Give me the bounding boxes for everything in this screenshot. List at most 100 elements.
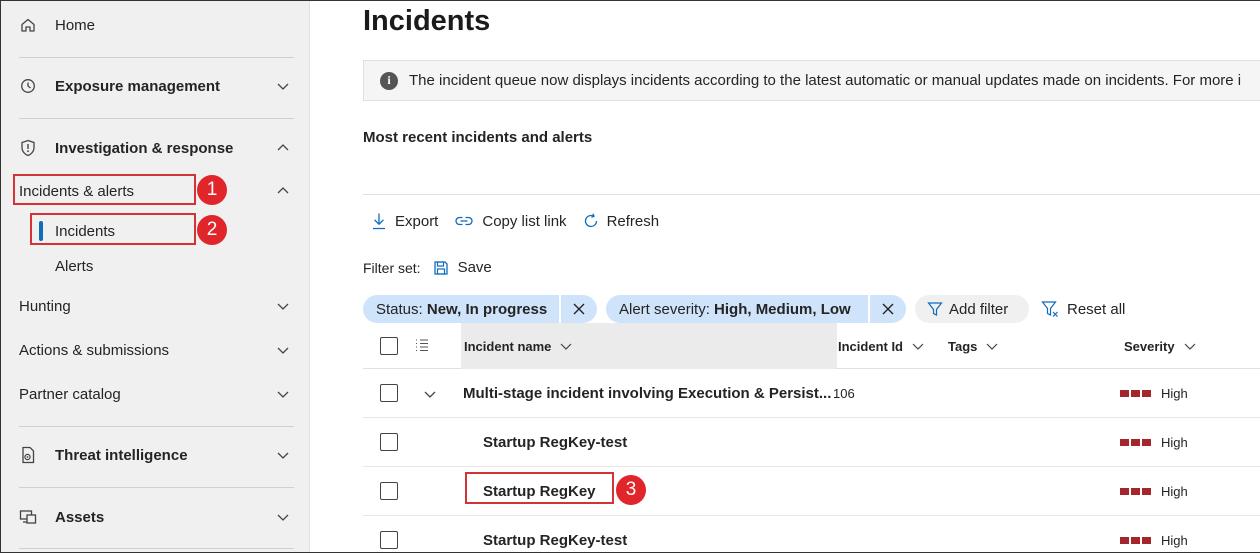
close-icon[interactable] <box>559 295 597 323</box>
close-icon[interactable] <box>868 295 906 323</box>
table-row[interactable]: Multi-stage incident involving Execution… <box>363 369 1260 418</box>
shield-icon <box>19 139 37 157</box>
table-row[interactable]: Startup RegKey-test High <box>363 418 1260 467</box>
severity-cell: High <box>1120 369 1188 417</box>
download-icon <box>373 213 385 230</box>
alert-name[interactable]: Startup RegKey-test <box>483 418 627 466</box>
divider <box>363 194 1260 195</box>
main-content: Incidents i The incident queue now displ… <box>311 1 1260 552</box>
chevron-down-icon <box>1184 343 1196 350</box>
sidebar-divider <box>19 487 294 488</box>
chevron-down-icon[interactable] <box>275 342 291 358</box>
sidebar-item-hunting[interactable]: Hunting <box>1 286 310 326</box>
info-banner: i The incident queue now displays incide… <box>363 60 1260 101</box>
info-icon: i <box>380 71 398 90</box>
sidebar-item-label: Exposure management <box>55 77 221 95</box>
chevron-down-icon[interactable] <box>275 78 291 94</box>
highlight-box-incidents <box>30 213 196 245</box>
row-checkbox[interactable] <box>380 531 398 549</box>
sidebar-item-threat-intelligence[interactable]: Threat intelligence <box>1 435 310 475</box>
sidebar-item-exposure-management[interactable]: Exposure management <box>1 66 310 106</box>
chevron-up-icon[interactable] <box>275 140 291 156</box>
filter-set-label: Filter set: <box>363 259 421 276</box>
highlight-box-startup-regkey <box>465 472 614 504</box>
reset-filter-icon <box>1041 301 1058 317</box>
filter-value: High, Medium, Low <box>714 300 851 318</box>
annotation-badge-2: 2 <box>197 215 227 245</box>
group-list-icon[interactable] <box>415 338 429 352</box>
column-label: Severity <box>1124 338 1175 354</box>
threat-intelligence-icon <box>19 446 37 464</box>
column-header-tags[interactable]: Tags <box>948 323 999 369</box>
add-filter-label: Add filter <box>949 300 1009 318</box>
filter-pill-text: Alert severity: High, Medium, Low <box>606 301 851 318</box>
refresh-label: Refresh <box>606 212 660 230</box>
sidebar-item-investigation-response[interactable]: Investigation & response <box>1 128 310 168</box>
section-title: Most recent incidents and alerts <box>363 129 593 146</box>
export-label: Export <box>395 212 439 230</box>
sidebar-divider <box>19 548 294 549</box>
sidebar-item-assets[interactable]: Assets <box>1 497 310 537</box>
chevron-down-icon <box>912 343 924 350</box>
row-checkbox[interactable] <box>380 433 398 451</box>
column-header-incident-id[interactable]: Incident Id <box>838 323 925 369</box>
severity-high-icon <box>1120 438 1153 446</box>
sidebar-item-label: Actions & submissions <box>19 341 170 359</box>
sidebar-item-home[interactable]: Home <box>1 5 310 45</box>
add-filter-button[interactable]: Add filter <box>915 295 1029 323</box>
app-frame: Home Exposure management Investigation &… <box>0 0 1260 553</box>
severity-cell: High <box>1120 516 1188 552</box>
home-icon <box>19 16 37 34</box>
column-label: Incident Id <box>838 338 903 354</box>
chevron-up-icon[interactable] <box>275 183 291 199</box>
filter-icon <box>927 302 943 316</box>
chevron-down-icon[interactable] <box>275 447 291 463</box>
save-icon <box>433 260 448 275</box>
column-header-severity[interactable]: Severity <box>1124 323 1197 369</box>
reset-all-button[interactable]: Reset all <box>1041 295 1125 323</box>
sidebar-divider <box>19 118 294 119</box>
save-filter-button[interactable]: Save <box>433 259 492 276</box>
column-header-incident-name[interactable]: Incident name <box>464 323 573 369</box>
highlight-box-incidents-alerts <box>13 174 196 205</box>
filter-key: Alert severity: <box>619 300 710 318</box>
severity-cell: High <box>1120 418 1188 466</box>
severity-high-icon <box>1120 536 1153 544</box>
severity-high-icon <box>1120 487 1153 495</box>
incident-name[interactable]: Multi-stage incident involving Execution… <box>463 369 831 417</box>
refresh-button[interactable]: Refresh <box>583 212 660 230</box>
page-title: Incidents <box>363 5 491 37</box>
sidebar-item-label: Home <box>55 16 96 34</box>
chevron-down-icon[interactable] <box>275 298 291 314</box>
row-checkbox[interactable] <box>380 384 398 402</box>
sidebar-item-label: Alerts <box>55 257 94 275</box>
exposure-icon <box>19 77 37 95</box>
refresh-icon <box>584 213 597 228</box>
column-label: Incident name <box>464 338 552 354</box>
table-row[interactable]: Startup RegKey 3 High <box>363 467 1260 516</box>
table-row[interactable]: Startup RegKey-test High <box>363 516 1260 552</box>
chevron-down-icon[interactable] <box>275 509 291 525</box>
table-header: Incident name Incident Id Tags Severity <box>363 323 1260 369</box>
row-checkbox[interactable] <box>380 482 398 500</box>
annotation-badge-1: 1 <box>197 175 227 205</box>
export-button[interactable]: Export <box>371 212 438 230</box>
severity-high-icon <box>1120 389 1153 397</box>
severity-label: High <box>1161 483 1188 499</box>
filter-pill-alert-severity[interactable]: Alert severity: High, Medium, Low <box>606 295 906 323</box>
chevron-down-icon[interactable] <box>275 386 291 402</box>
sidebar-item-label: Assets <box>55 508 105 526</box>
sidebar-item-partner-catalog[interactable]: Partner catalog <box>1 374 310 414</box>
alert-name[interactable]: Startup RegKey-test <box>483 516 627 552</box>
sidebar: Home Exposure management Investigation &… <box>1 1 310 552</box>
copy-list-link-button[interactable]: Copy list link <box>454 213 567 230</box>
severity-cell: High <box>1120 467 1188 515</box>
filter-pill-status[interactable]: Status: New, In progress <box>363 295 597 323</box>
sidebar-item-alerts[interactable]: Alerts <box>1 246 310 286</box>
chevron-down-icon[interactable] <box>423 387 437 401</box>
select-all-checkbox[interactable] <box>380 337 398 355</box>
filter-key: Status: <box>376 300 423 318</box>
sidebar-item-actions-submissions[interactable]: Actions & submissions <box>1 330 310 370</box>
incident-id: 106 <box>833 385 855 401</box>
link-icon <box>455 216 474 226</box>
